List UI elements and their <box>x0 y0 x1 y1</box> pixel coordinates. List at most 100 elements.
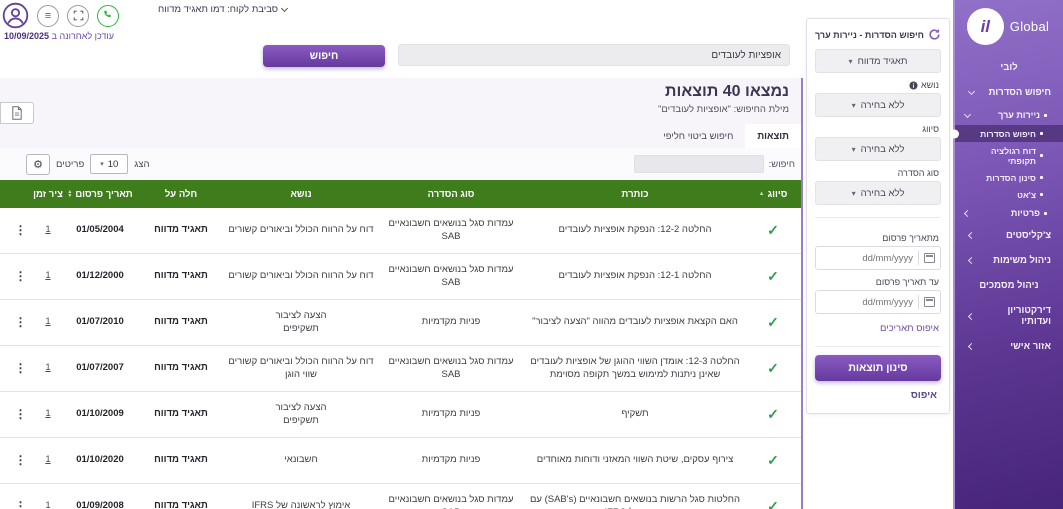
sidebar-item-privacy[interactable]: פרטיות <box>955 203 1063 223</box>
sidebar-item-periodic-regulation-report[interactable]: דוח רגולציה תקופתי <box>955 142 1063 169</box>
header-series-type[interactable]: סוג הסדרה <box>377 189 525 200</box>
expand-icon[interactable] <box>67 5 89 27</box>
row-series-type: פניות מקדמיות <box>377 404 525 425</box>
table-row: ✓ החלטה 12-3: אומדן השווי ההוגן של אופצי… <box>0 346 801 392</box>
row-publish-date: 01/05/2004 <box>63 220 137 241</box>
row-menu-icon[interactable]: ⋮ <box>8 356 33 380</box>
sidebar-item-label: חיפוש הסדרות <box>979 87 1051 98</box>
refresh-icon[interactable] <box>928 28 941 41</box>
sidebar-item-chat[interactable]: צ'אט <box>955 186 1063 203</box>
row-series-type: עמדות סגל בנושאים חשבונאיים SAB <box>377 352 525 386</box>
divider <box>815 346 941 347</box>
row-title[interactable]: החלטות סגל הרשות בנושאים חשבונאיים (SAB'… <box>525 490 745 509</box>
row-publish-date: 01/09/2008 <box>63 496 137 509</box>
sidebar-item-filter-arrangements[interactable]: סינון הסדרות <box>955 169 1063 186</box>
caret-down-icon: ▾ <box>852 145 856 154</box>
page-size-select[interactable]: 10 ▾ <box>90 154 128 174</box>
classification-select[interactable]: ללא בחירה ▾ <box>815 137 941 161</box>
row-title[interactable]: החלטה 12-1: הנפקת אופציות לעובדים <box>525 266 745 287</box>
header-publish-date[interactable]: תאריך פרסום▲▼ <box>63 189 137 200</box>
row-menu-icon[interactable]: ⋮ <box>8 402 33 426</box>
sidebar-item-securities[interactable]: ניירות ערך <box>955 105 1063 125</box>
row-menu-icon[interactable]: ⋮ <box>8 218 33 242</box>
calendar-icon[interactable] <box>924 297 935 307</box>
row-menu-icon[interactable]: ⋮ <box>8 448 33 472</box>
bullet-icon <box>1040 176 1043 179</box>
corporation-select[interactable]: תאגיד מדווח ▾ <box>815 49 941 73</box>
search-button[interactable]: חיפוש <box>263 45 385 67</box>
row-title[interactable]: תשקיף <box>525 404 745 425</box>
sidebar-item-sub-search-arrangements[interactable]: חיפוש הסדרות <box>955 125 1063 142</box>
classification-check-icon: ✓ <box>745 355 801 382</box>
brand-logo-icon: il <box>967 8 1004 45</box>
row-title[interactable]: החלטה 12-3: אומדן השווי ההוגן של אופציות… <box>525 352 745 386</box>
items-label: פריטים <box>56 159 84 170</box>
header-title[interactable]: כותרת <box>525 189 745 200</box>
timeline-link[interactable]: 1 <box>45 316 50 327</box>
row-series-type: פניות מקדמיות <box>377 450 525 471</box>
sidebar-item-label: צ'אט <box>963 190 1036 200</box>
row-menu-icon[interactable]: ⋮ <box>8 264 33 288</box>
series-type-select[interactable]: ללא בחירה ▾ <box>815 181 941 205</box>
sidebar-item-label: דירקטוריון ועדותיו <box>979 305 1051 327</box>
sidebar-item-label: לובי <box>1000 62 1017 73</box>
results-card: נמצאו 40 תוצאות מילת החיפוש: "אופציות לע… <box>0 78 803 509</box>
reset-dates-link[interactable]: איפוס תאריכים <box>817 323 939 334</box>
bullet-icon <box>1040 132 1043 135</box>
to-date-input[interactable] <box>821 297 913 308</box>
client-env-dropdown[interactable]: סביבת לקוח: דמו תאגיד מדווח <box>158 4 287 15</box>
results-header: נמצאו 40 תוצאות מילת החיפוש: "אופציות לע… <box>0 78 801 115</box>
timeline-link[interactable]: 1 <box>45 362 50 373</box>
search-input[interactable] <box>398 44 790 66</box>
timeline-link[interactable]: 1 <box>45 270 50 281</box>
timeline-link[interactable]: 1 <box>45 500 50 509</box>
chevron-down-icon <box>963 110 970 117</box>
row-menu-icon[interactable]: ⋮ <box>8 310 33 334</box>
header-subject[interactable]: נושא <box>225 189 377 200</box>
whatsapp-icon[interactable] <box>97 5 119 27</box>
from-date-field[interactable] <box>815 246 941 270</box>
to-date-field[interactable] <box>815 290 941 314</box>
timeline-link[interactable]: 1 <box>45 454 50 465</box>
menu-icon[interactable]: ≡ <box>37 5 59 27</box>
tab-results[interactable]: תוצאות <box>745 124 801 148</box>
row-title[interactable]: האם הקצאת אופציות לעובדים מהווה "הצעה לצ… <box>525 312 745 333</box>
info-icon[interactable] <box>909 81 918 90</box>
sidebar-item-label: אזור אישי <box>979 341 1051 352</box>
divider <box>918 295 919 309</box>
sort-asc-icon: ▲ <box>759 191 765 197</box>
timeline-link[interactable]: 1 <box>45 224 50 235</box>
header-applies-to[interactable]: חלה על <box>137 189 225 200</box>
row-title[interactable]: צירוף עסקים, שיטת השווי המאזני ודוחות מא… <box>525 450 745 471</box>
table-row: ✓ החלטה 12-2: הנפקת אופציות לעובדים עמדו… <box>0 208 801 254</box>
bullet-icon <box>1044 114 1047 117</box>
sidebar-item-search-arrangements[interactable]: חיפוש הסדרות <box>955 80 1063 105</box>
from-date-input[interactable] <box>821 253 913 264</box>
row-subject: חשבונאי <box>225 450 377 471</box>
export-button[interactable] <box>0 102 34 124</box>
row-menu-icon[interactable]: ⋮ <box>8 494 33 509</box>
results-title: נמצאו 40 תוצאות <box>12 83 789 101</box>
gear-icon[interactable]: ⚙ <box>26 154 50 175</box>
header-timeline[interactable]: ציר זמן <box>33 189 63 200</box>
sidebar-item-personal-area[interactable]: אזור אישי <box>955 334 1063 359</box>
sidebar-item-board-committees[interactable]: דירקטוריון ועדותיו <box>955 298 1063 334</box>
row-title[interactable]: החלטה 12-2: הנפקת אופציות לעובדים <box>525 220 745 241</box>
sidebar-item-checklists[interactable]: צ'קליסטים <box>955 223 1063 248</box>
table-search-input[interactable] <box>634 155 764 173</box>
sidebar-item-document-management[interactable]: ניהול מסמכים <box>955 273 1063 298</box>
chevron-down-icon <box>967 88 974 95</box>
header-classification[interactable]: סיווג▲ <box>745 189 801 200</box>
tab-alternative-search[interactable]: חיפוש ביטוי חליפי <box>651 124 745 148</box>
timeline-link[interactable]: 1 <box>45 408 50 419</box>
page-size-value: 10 <box>108 159 119 170</box>
sidebar-item-task-management[interactable]: ניהול משימות <box>955 248 1063 273</box>
sidebar-item-lobby[interactable]: לובי <box>955 55 1063 80</box>
header-icon-row: ≡ <box>2 2 119 29</box>
calendar-icon[interactable] <box>924 253 935 263</box>
filter-results-button[interactable]: סינון תוצאות <box>815 355 941 381</box>
subject-select[interactable]: ללא בחירה ▾ <box>815 93 941 117</box>
reset-link[interactable]: איפוס <box>901 381 941 401</box>
user-avatar-icon[interactable] <box>2 2 29 29</box>
sidebar: il Global לובי חיפוש הסדרות ניירות ערך ח… <box>953 0 1063 509</box>
